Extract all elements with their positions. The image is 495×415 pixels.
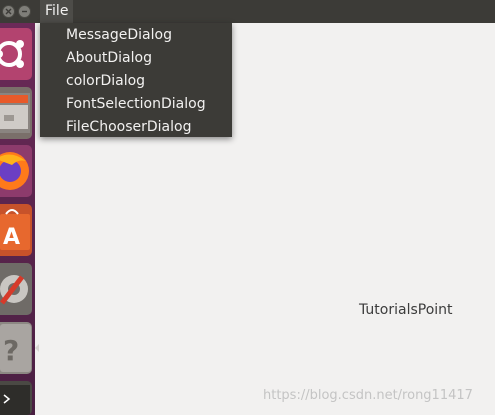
menu-item-color-dialog[interactable]: colorDialog — [40, 70, 232, 93]
files-launcher[interactable] — [0, 87, 32, 139]
software-center-icon: A — [0, 209, 30, 250]
minimize-icon — [22, 10, 27, 13]
terminal-icon — [0, 385, 30, 415]
content-label: TutorialsPoint — [359, 302, 453, 318]
software-center-launcher[interactable]: A — [0, 204, 32, 256]
file-dropdown-menu: MessageDialog AboutDialog colorDialog Fo… — [40, 23, 232, 137]
terminal-launcher[interactable] — [0, 381, 32, 415]
launcher: A ? — [0, 23, 35, 415]
ubuntu-dash-launcher[interactable] — [0, 28, 32, 80]
window-controls — [0, 0, 38, 23]
firefox-icon — [0, 152, 29, 190]
menu-item-file-chooser-dialog[interactable]: FileChooserDialog — [40, 116, 232, 139]
help-launcher[interactable]: ? — [0, 322, 32, 374]
svg-text:A: A — [3, 225, 20, 250]
system-settings-icon — [0, 275, 28, 305]
menu-item-message-dialog[interactable]: MessageDialog — [40, 24, 232, 47]
menu-item-font-selection-dialog[interactable]: FontSelectionDialog — [40, 93, 232, 116]
ubuntu-dash-icon — [0, 40, 24, 68]
svg-text:?: ? — [3, 334, 19, 367]
help-icon: ? — [0, 324, 31, 372]
active-app-arrow — [35, 344, 39, 352]
system-settings-launcher[interactable] — [0, 263, 32, 315]
file-menu-button[interactable]: File — [40, 0, 74, 23]
menu-item-about-dialog[interactable]: AboutDialog — [40, 47, 232, 70]
firefox-launcher[interactable] — [0, 145, 32, 197]
close-window-button[interactable] — [2, 5, 15, 18]
minimize-window-button[interactable] — [18, 5, 31, 18]
files-icon — [0, 93, 30, 133]
watermark-text: https://blog.csdn.net/rong11417 — [263, 388, 473, 403]
top-panel: File — [0, 0, 495, 23]
close-icon — [5, 8, 12, 15]
